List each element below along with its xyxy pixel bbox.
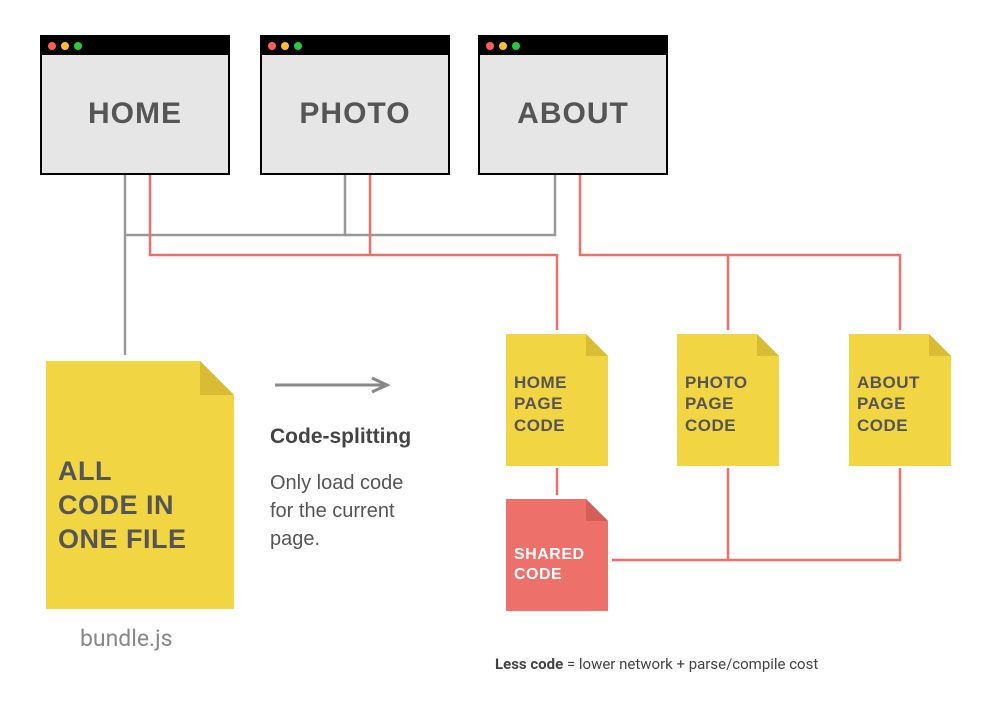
chunk-shared: SHARED CODE	[502, 495, 612, 615]
browser-photo: PHOTO	[260, 35, 450, 175]
traffic-light-red-icon	[48, 42, 56, 50]
code-splitting-heading: Code-splitting	[270, 425, 480, 449]
traffic-light-green-icon	[294, 42, 302, 50]
browser-label: PHOTO	[299, 97, 410, 131]
traffic-light-yellow-icon	[499, 42, 507, 50]
bundle-caption: bundle.js	[80, 625, 173, 652]
browser-body: PHOTO	[262, 55, 448, 173]
footer-note: Less code = lower network + parse/compil…	[495, 655, 818, 673]
chunk-photo: PHOTO PAGE CODE	[673, 330, 783, 470]
chunk-label: PHOTO PAGE CODE	[685, 372, 748, 436]
arrow-icon	[270, 375, 400, 395]
footer-rest: = lower network + parse/compile cost	[563, 655, 818, 673]
code-splitting-sub: Only load code for the current page.	[270, 469, 480, 553]
traffic-light-yellow-icon	[61, 42, 69, 50]
chunk-label: HOME PAGE CODE	[514, 372, 567, 436]
traffic-light-yellow-icon	[281, 42, 289, 50]
browser-body: HOME	[42, 55, 228, 173]
traffic-light-red-icon	[268, 42, 276, 50]
bundle-label: ALL CODE IN ONE FILE	[58, 455, 187, 556]
browser-home: HOME	[40, 35, 230, 175]
window-titlebar	[480, 37, 666, 55]
chunk-label: ABOUT PAGE CODE	[857, 372, 920, 436]
traffic-light-green-icon	[512, 42, 520, 50]
chunk-about: ABOUT PAGE CODE	[845, 330, 955, 470]
browser-label: ABOUT	[517, 97, 629, 131]
traffic-light-red-icon	[486, 42, 494, 50]
browser-about: ABOUT	[478, 35, 668, 175]
traffic-light-green-icon	[74, 42, 82, 50]
footer-bold: Less code	[495, 655, 563, 673]
window-titlebar	[42, 37, 228, 55]
browser-body: ABOUT	[480, 55, 666, 173]
bundle-file: ALL CODE IN ONE FILE	[40, 355, 240, 615]
code-splitting-text: Code-splitting Only load code for the cu…	[270, 425, 480, 553]
window-titlebar	[262, 37, 448, 55]
browser-label: HOME	[88, 97, 182, 131]
chunk-label: SHARED CODE	[514, 545, 585, 585]
chunk-home: HOME PAGE CODE	[502, 330, 612, 470]
diagram-canvas: HOME PHOTO ABOUT ALL CODE IN ONE FILE bu…	[0, 0, 995, 715]
